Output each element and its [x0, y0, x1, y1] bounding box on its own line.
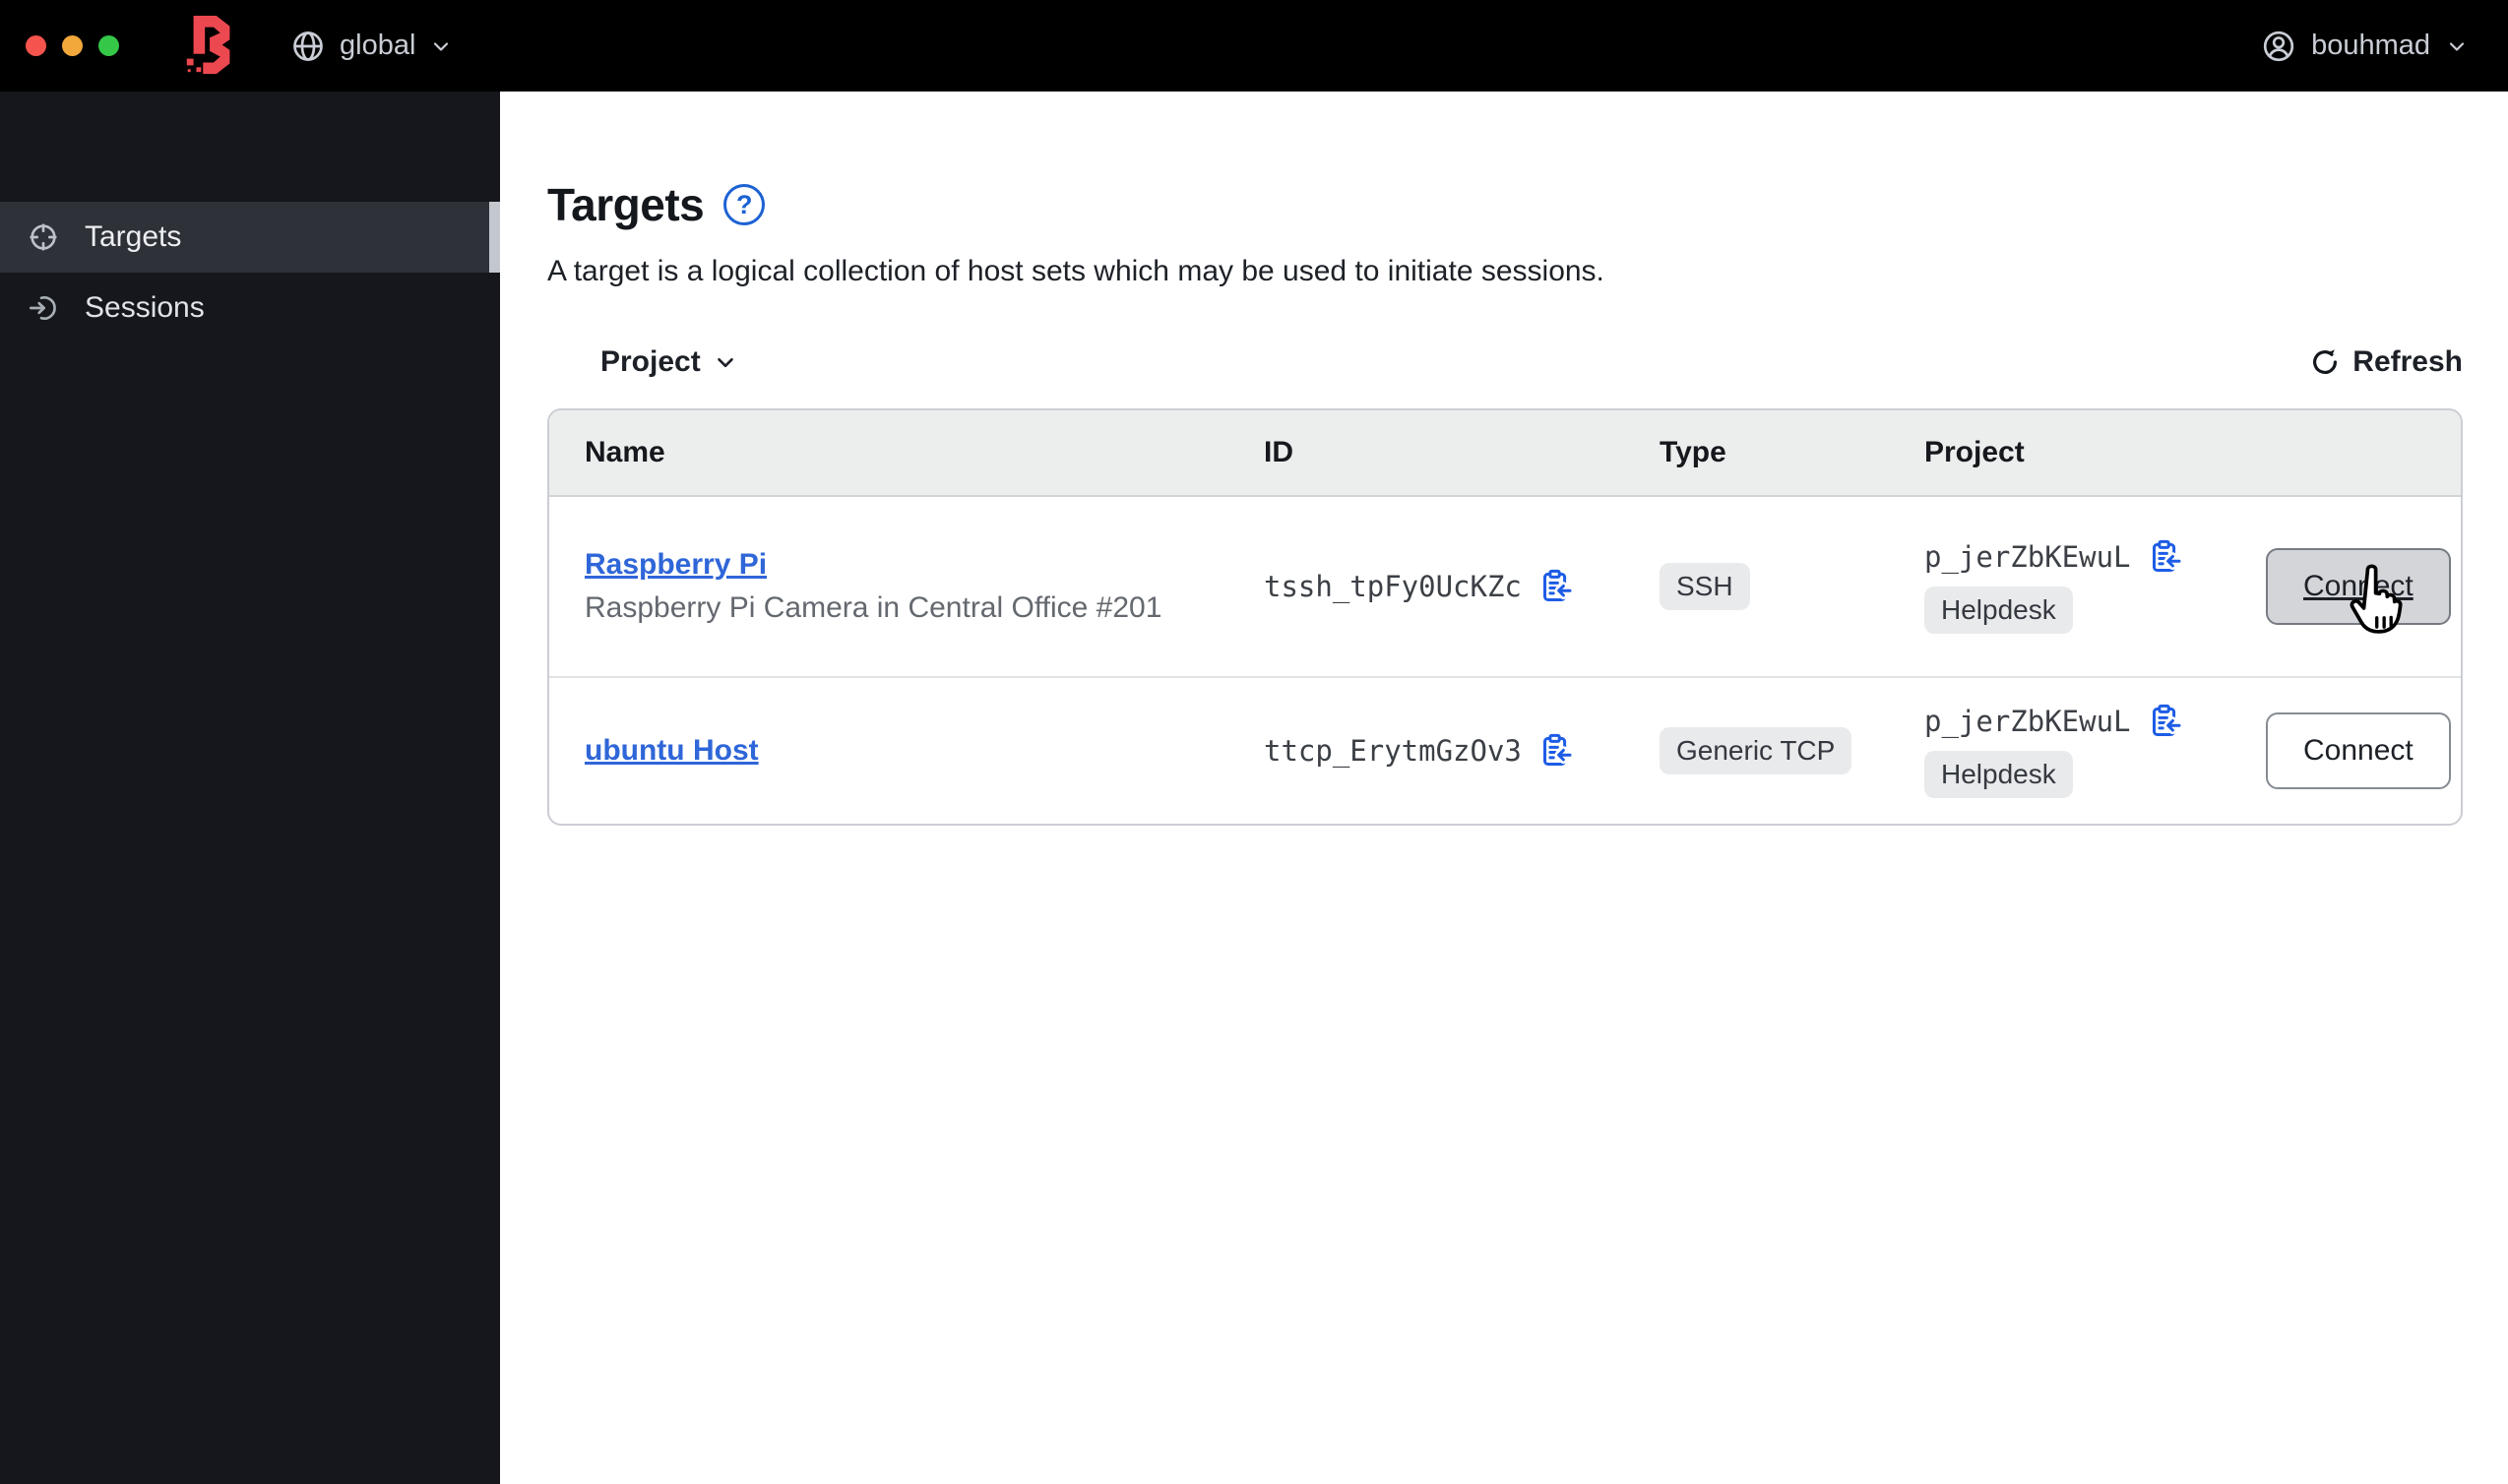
column-header-project: Project — [1924, 436, 2025, 468]
id-cell: ttcp_ErytmGzOv3 — [1264, 733, 1660, 769]
window-close-button[interactable] — [26, 35, 46, 56]
window-minimize-button[interactable] — [62, 35, 83, 56]
action-cell: Connect — [2266, 548, 2461, 634]
targets-table: Name ID Type Project Raspberry Pi Raspbe… — [547, 408, 2463, 826]
sidebar-item-label: Sessions — [85, 291, 205, 324]
traffic-lights — [26, 35, 119, 56]
project-cell: p_jerZbKEwuL Helpdesk — [1924, 704, 2266, 798]
project-cell: p_jerZbKEwuL Helpdesk — [1924, 539, 2266, 634]
name-cell: Raspberry Pi Raspberry Pi Camera in Cent… — [549, 548, 1264, 625]
type-cell: SSH — [1660, 563, 1924, 610]
column-header-id: ID — [1264, 436, 1293, 468]
boundary-logo-icon — [186, 15, 237, 78]
table-row: Raspberry Pi Raspberry Pi Camera in Cent… — [549, 497, 2461, 676]
target-name-link[interactable]: ubuntu Host — [585, 734, 759, 768]
user-icon — [2263, 31, 2294, 61]
window-zoom-button[interactable] — [98, 35, 119, 56]
target-name-link[interactable]: Raspberry Pi — [585, 548, 767, 582]
globe-icon — [293, 31, 323, 61]
target-id: ttcp_ErytmGzOv3 — [1264, 734, 1522, 768]
table-row: ubuntu Host ttcp_ErytmGzOv3 Generic TCP … — [549, 676, 2461, 824]
project-filter-dropdown[interactable]: Project — [600, 345, 738, 379]
target-description: Raspberry Pi Camera in Central Office #2… — [585, 591, 1162, 624]
copy-to-clipboard-icon[interactable] — [1537, 569, 1573, 604]
session-icon — [30, 296, 56, 320]
chevron-down-icon — [717, 357, 733, 368]
table-header: Name ID Type Project — [549, 410, 2461, 497]
refresh-button[interactable]: Refresh — [2309, 345, 2463, 379]
id-cell: tssh_tpFy0UcKZc — [1264, 569, 1660, 604]
project-id: p_jerZbKEwuL — [1924, 540, 2131, 574]
sidebar: Targets Sessions — [0, 92, 500, 1484]
window-titlebar: global bouhmad — [0, 0, 2508, 92]
main-content: Targets ? A target is a logical collecti… — [500, 92, 2508, 1484]
project-name-badge: Helpdesk — [1924, 751, 2073, 798]
connect-button[interactable]: Connect — [2266, 548, 2451, 634]
help-icon[interactable]: ? — [723, 184, 766, 225]
project-filter-label: Project — [600, 345, 701, 378]
target-id: tssh_tpFy0UcKZc — [1264, 570, 1522, 603]
pointer-hand-cursor — [2350, 564, 2403, 634]
scope-dropdown[interactable]: global — [290, 29, 453, 64]
project-name-badge: Helpdesk — [1924, 587, 2073, 634]
action-cell: Connect — [2266, 712, 2461, 789]
table-body: Raspberry Pi Raspberry Pi Camera in Cent… — [549, 497, 2461, 824]
project-id: p_jerZbKEwuL — [1924, 705, 2131, 738]
copy-to-clipboard-icon[interactable] — [2147, 704, 2182, 739]
page-description: A target is a logical collection of host… — [547, 255, 1604, 287]
type-badge: Generic TCP — [1660, 727, 1852, 774]
user-menu[interactable]: bouhmad — [2261, 29, 2469, 64]
page-title: Targets — [547, 179, 705, 230]
type-badge: SSH — [1660, 563, 1750, 610]
copy-to-clipboard-icon[interactable] — [2147, 539, 2182, 575]
column-header-type: Type — [1660, 436, 1726, 468]
target-icon — [30, 223, 57, 251]
sidebar-item-sessions[interactable]: Sessions — [0, 273, 500, 343]
refresh-label: Refresh — [2352, 345, 2463, 378]
column-header-name: Name — [585, 436, 665, 468]
type-cell: Generic TCP — [1660, 727, 1924, 774]
chevron-down-icon — [2449, 41, 2465, 51]
scope-label: global — [340, 30, 416, 61]
copy-to-clipboard-icon[interactable] — [1537, 733, 1573, 769]
sidebar-item-label: Targets — [85, 220, 182, 253]
refresh-icon — [2313, 349, 2338, 374]
user-label: bouhmad — [2311, 30, 2430, 61]
chevron-down-icon — [434, 41, 449, 51]
sidebar-item-targets[interactable]: Targets — [0, 202, 500, 273]
name-cell: ubuntu Host — [549, 734, 1264, 768]
connect-button[interactable]: Connect — [2266, 712, 2451, 789]
